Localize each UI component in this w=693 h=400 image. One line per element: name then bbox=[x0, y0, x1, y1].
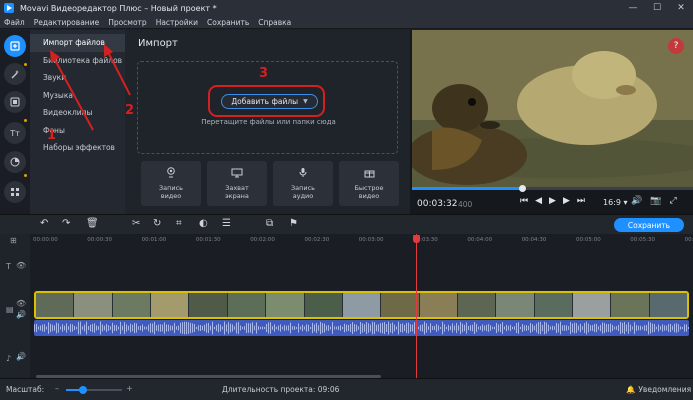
properties-icon[interactable]: ☰ bbox=[222, 218, 231, 229]
clip-thumbnail bbox=[496, 293, 535, 317]
volume-icon[interactable]: 🔊 bbox=[631, 196, 642, 206]
timeline-toolbar: ↶ ↷ 🗑 ✂ ↻ ⌗ ◐ ☰ ⧉ ⚑ Сохранить bbox=[0, 214, 693, 234]
ruler-tick-label: 00:05:00 bbox=[576, 237, 601, 243]
video-track-visibility-icon[interactable]: 👁 bbox=[16, 299, 26, 308]
fullscreen-icon[interactable]: ⤢ bbox=[669, 196, 676, 206]
notifications-button[interactable]: 🔔 Уведомления bbox=[626, 385, 691, 394]
step-back-icon[interactable]: ◀ bbox=[535, 196, 542, 206]
clip-thumbnail bbox=[611, 293, 650, 317]
preview-progress-track[interactable] bbox=[412, 187, 693, 190]
save-button[interactable]: Сохранить bbox=[614, 218, 684, 232]
clip-thumbnail bbox=[36, 293, 75, 317]
track-headers: ⊞ T 👁 ▤ 👁 🔊 ♪ 🔊 bbox=[0, 234, 30, 378]
delete-icon[interactable]: 🗑 bbox=[86, 218, 99, 229]
duckling-image bbox=[412, 30, 693, 187]
annotation-number-2: 2 bbox=[125, 103, 135, 118]
clip-thumbnail bbox=[74, 293, 113, 317]
annotation-number-1: 1 bbox=[47, 128, 57, 143]
rotate-icon[interactable]: ↻ bbox=[153, 218, 161, 229]
play-icon[interactable]: ▶ bbox=[549, 196, 556, 206]
undo-icon[interactable]: ↶ bbox=[40, 218, 48, 229]
time-ruler[interactable]: 00:00:00 00:00:30 00:01:00 00:01:30 00:02:00… bbox=[30, 234, 693, 248]
annotation-number-3: 3 bbox=[259, 66, 269, 81]
add-files-highlight bbox=[208, 85, 325, 117]
timecode: 00:03:32 bbox=[417, 199, 458, 209]
audio-waveform[interactable] bbox=[34, 320, 689, 336]
clip-thumbnail bbox=[381, 293, 420, 317]
ruler-tick-label: 00:06:00 bbox=[684, 237, 693, 243]
status-bar: Масштаб: – + Длительность проекта: 09:06… bbox=[0, 378, 693, 400]
clip-thumbnail bbox=[266, 293, 305, 317]
notifications-label: Уведомления bbox=[638, 385, 692, 394]
preview-panel: ? 00:03:32 400 ⏮ ◀ ▶ ▶ ⏭ 16:9 ▾ 🔊 📷 ⤢ bbox=[410, 30, 693, 214]
clip-thumbnail bbox=[189, 293, 228, 317]
ruler-tick-label: 00:01:30 bbox=[195, 237, 221, 243]
text-track-visibility-icon[interactable]: 👁 bbox=[16, 261, 26, 270]
ruler-tick-label: 00:04:00 bbox=[467, 237, 493, 243]
skip-end-icon[interactable]: ⏭ bbox=[577, 196, 585, 206]
timeline: ⊞ T 👁 ▤ 👁 🔊 ♪ 🔊 00:00:00 00:00:30 00:01:00… bbox=[0, 234, 693, 378]
clip-thumbnail bbox=[573, 293, 612, 317]
zoom-out-icon[interactable]: – bbox=[55, 384, 59, 393]
transport-controls: ⏮ ◀ ▶ ▶ ⏭ bbox=[520, 196, 592, 206]
ruler-tick-label: 00:02:30 bbox=[304, 237, 330, 243]
overlay-icon[interactable]: ⧉ bbox=[266, 218, 273, 229]
ruler-tick-label: 00:00:30 bbox=[87, 237, 112, 243]
playhead-handle[interactable] bbox=[413, 235, 420, 243]
ruler-tick-label: 00:02:00 bbox=[250, 237, 275, 243]
clip-thumbnail bbox=[457, 293, 497, 317]
video-track-icon: ▤ bbox=[6, 305, 14, 314]
video-frame: ? bbox=[412, 30, 693, 187]
clip-thumbnail bbox=[151, 293, 190, 317]
video-track-mute-icon[interactable]: 🔊 bbox=[16, 310, 26, 319]
clip-thumbnail bbox=[342, 293, 382, 317]
clip-thumbnail bbox=[227, 293, 267, 317]
timecode-milliseconds: 400 bbox=[458, 200, 473, 209]
redo-icon[interactable]: ↷ bbox=[62, 218, 70, 229]
cut-icon[interactable]: ✂ bbox=[132, 218, 140, 229]
music-track-icon: ♪ bbox=[6, 354, 12, 363]
skip-start-icon[interactable]: ⏮ bbox=[520, 196, 528, 206]
zoom-label: Масштаб: bbox=[6, 385, 45, 394]
marker-flag-icon[interactable]: ⚑ bbox=[289, 218, 298, 229]
bell-icon: 🔔 bbox=[626, 385, 636, 394]
waveform-graphic bbox=[34, 321, 689, 335]
snapshot-icon[interactable]: 📷 bbox=[650, 196, 661, 206]
clip-thumbnail bbox=[112, 293, 152, 317]
ruler-tick-label: 00:05:30 bbox=[630, 237, 655, 243]
music-track-mute-icon[interactable]: 🔊 bbox=[16, 352, 26, 361]
preview-progress-fill bbox=[412, 187, 522, 190]
project-duration: Длительность проекта: 09:06 bbox=[222, 385, 340, 394]
zoom-slider[interactable] bbox=[66, 389, 122, 391]
preview-progress-knob[interactable] bbox=[518, 185, 526, 192]
crop-icon[interactable]: ⌗ bbox=[176, 218, 182, 229]
ruler-tick-label: 00:01:00 bbox=[141, 237, 167, 243]
clip-thumbnail bbox=[534, 293, 574, 317]
text-track-icon: T bbox=[6, 262, 11, 271]
clip-thumbnail bbox=[419, 293, 458, 317]
aspect-ratio-select[interactable]: 16:9 ▾ bbox=[603, 198, 628, 207]
ruler-tick-label: 00:03:00 bbox=[358, 237, 384, 243]
zoom-slider-knob[interactable] bbox=[78, 386, 87, 394]
ruler-tick-label: 00:04:30 bbox=[521, 237, 547, 243]
add-track-icon[interactable]: ⊞ bbox=[10, 236, 17, 245]
color-adjust-icon[interactable]: ◐ bbox=[199, 218, 208, 229]
zoom-in-icon[interactable]: + bbox=[126, 384, 133, 393]
video-clip[interactable] bbox=[34, 291, 689, 319]
playhead[interactable] bbox=[416, 234, 417, 378]
ruler-tick-label: 00:00:00 bbox=[33, 237, 58, 243]
clip-thumbnail bbox=[649, 293, 687, 317]
step-forward-icon[interactable]: ▶ bbox=[563, 196, 570, 206]
help-button[interactable]: ? bbox=[668, 38, 684, 54]
clip-thumbnail bbox=[304, 293, 343, 317]
preview-tools: 🔊 📷 ⤢ bbox=[631, 196, 685, 206]
